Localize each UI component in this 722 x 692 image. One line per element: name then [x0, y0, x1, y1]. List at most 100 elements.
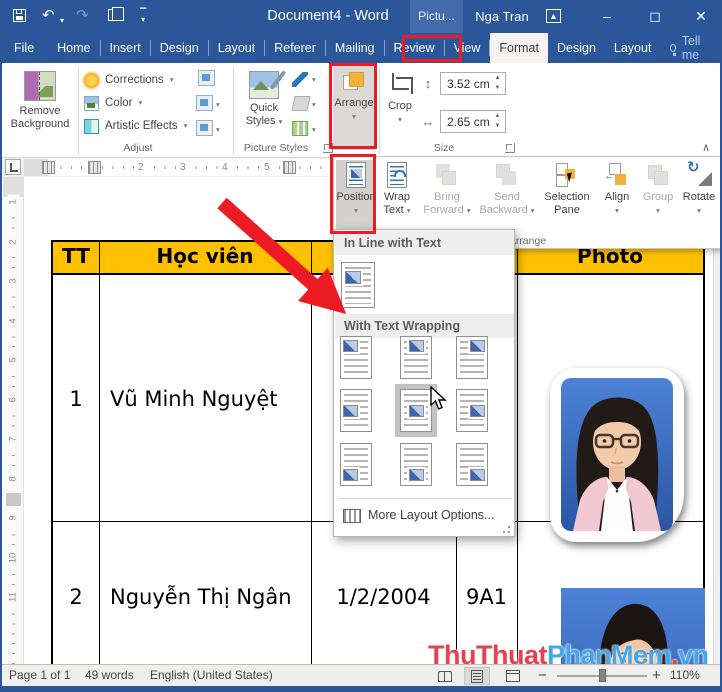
wrap-position-top-center-option[interactable] — [400, 336, 432, 379]
wrap-position-top-right-option[interactable] — [456, 336, 488, 379]
tab-referer[interactable]: Referer — [265, 33, 325, 63]
tab-layout[interactable]: Layout — [209, 33, 265, 63]
wrap-position-middle-center-option[interactable] — [400, 389, 432, 432]
arrange-icon — [343, 72, 365, 94]
v-ruler-number: 8 — [7, 471, 20, 486]
undo-dropdown-caret[interactable]: ▾ — [60, 13, 64, 29]
lightbulb-icon — [670, 44, 677, 56]
tab-stop-selector[interactable] — [5, 159, 21, 175]
student-photo-1-frame[interactable] — [550, 368, 684, 542]
maximize-button[interactable]: ◻ — [640, 0, 670, 33]
picture-tools-contextual-tab[interactable]: Pictu... — [410, 0, 463, 33]
print-layout-button[interactable] — [464, 667, 490, 685]
header-student: Học viên — [156, 244, 254, 268]
shape-width-field[interactable]: 2.65 cm ▲ ▼ — [440, 110, 506, 133]
crop-button[interactable]: Crop ▾ — [382, 66, 418, 154]
layout-dialog-icon — [343, 509, 361, 523]
shape-height-field[interactable]: 3.52 cm ▲ ▼ — [440, 72, 506, 95]
copy-icon[interactable] — [108, 6, 124, 21]
picture-styles-dialog-launcher[interactable] — [323, 143, 333, 153]
zoom-in-button[interactable]: + — [652, 665, 661, 686]
height-spinner[interactable]: ▲ ▼ — [492, 74, 503, 93]
align-icon: ← — [604, 162, 630, 188]
tab-format[interactable]: Format — [490, 33, 548, 63]
user-account[interactable]: Nga Tran — [470, 0, 534, 33]
arrange-group-button[interactable]: Arrange ▾ — [333, 66, 375, 150]
wrap-text-button[interactable]: Wrap Text ▾ — [376, 160, 418, 234]
tab-view[interactable]: View — [445, 33, 490, 63]
redo-icon[interactable]: ↷ — [76, 8, 89, 24]
compress-pictures-icon[interactable] — [198, 70, 215, 86]
save-icon[interactable] — [13, 9, 26, 22]
tab-home[interactable]: Home — [48, 33, 99, 63]
picture-layout-icon[interactable] — [292, 121, 308, 136]
tab-design[interactable]: Design — [151, 33, 208, 63]
wrap-position-bottom-left-option[interactable] — [340, 443, 372, 486]
watermark-part: vn — [678, 640, 709, 664]
wrap-position-middle-left-option[interactable] — [340, 389, 372, 432]
collapse-ribbon-icon[interactable]: ∧ — [698, 141, 714, 155]
quick-styles-button[interactable]: Quick Styles ▾ — [238, 66, 290, 154]
change-picture-icon[interactable] — [196, 95, 213, 111]
student-photo-1[interactable] — [561, 378, 673, 531]
tell-me-label: Tell me — [681, 34, 701, 62]
reset-picture-icon[interactable] — [196, 120, 213, 136]
table-column-marker[interactable] — [283, 161, 296, 174]
tab-review[interactable]: Review — [385, 33, 444, 63]
table-column-marker[interactable] — [42, 161, 55, 174]
position-button[interactable]: Position ▾ — [336, 160, 376, 234]
v-ruler-number: 10 — [7, 550, 20, 565]
web-layout-icon — [506, 670, 520, 682]
close-button[interactable]: ✕ — [686, 0, 716, 33]
h-ruler-number: 2 — [136, 161, 146, 174]
wrap-position-bottom-right-option[interactable] — [456, 443, 488, 486]
web-layout-button[interactable] — [500, 667, 526, 685]
corrections-button[interactable]: Corrections ▾ — [84, 70, 174, 90]
word-count[interactable]: 49 words — [85, 665, 134, 686]
rotate-button[interactable]: ↻ Rotate ▾ — [678, 159, 720, 234]
ribbon-display-options-icon[interactable]: ▲ — [546, 9, 561, 23]
quick-access-customize-icon[interactable]: ▔ ▾ — [140, 9, 146, 24]
zoom-level[interactable]: 110% — [670, 665, 700, 686]
size-dialog-launcher[interactable] — [505, 143, 515, 153]
more-layout-options-item[interactable]: More Layout Options... — [334, 502, 516, 530]
title-bar: ↶ ▾ ↷ ▔ ▾ Document4 - Word Pictu... Nga T… — [0, 0, 722, 33]
watermark-part: . — [671, 640, 679, 664]
v-ruler-number: 4 — [7, 313, 20, 328]
width-spinner[interactable]: ▲ ▼ — [492, 112, 503, 131]
wrap-position-bottom-center-option[interactable] — [400, 443, 432, 486]
tell-me-box[interactable]: Tell me — [660, 33, 713, 63]
vertical-ruler[interactable]: 1 2 3 4 5 6 7 8 9 10 11 — [3, 177, 24, 664]
align-button[interactable]: ← Align ▾ — [596, 160, 638, 234]
table-column-marker[interactable] — [88, 161, 101, 174]
in-line-with-text-option[interactable] — [341, 262, 375, 308]
undo-icon[interactable]: ↶ — [42, 8, 55, 24]
horizontal-ruler[interactable]: 2 3 4 5 — [24, 159, 334, 176]
language-indicator[interactable]: English (United States) — [150, 665, 273, 686]
bring-forward-button: Bring Forward ▾ — [418, 160, 476, 234]
v-ruler-number: 5 — [7, 352, 20, 368]
zoom-slider-thumb[interactable] — [599, 669, 606, 682]
tab-file[interactable]: File — [0, 33, 48, 63]
site-watermark: ThuThuatPhanMem.vn — [428, 640, 709, 664]
remove-background-button[interactable]: Remove Background — [4, 66, 76, 154]
tab-table-design[interactable]: Design — [548, 33, 605, 63]
tab-table-layout[interactable]: Layout — [605, 33, 661, 63]
selection-pane-button[interactable]: Selection Pane — [538, 160, 596, 234]
artistic-effects-button[interactable]: Artistic Effects ▾ — [84, 116, 187, 136]
wrap-position-middle-right-option[interactable] — [456, 389, 488, 432]
page-indicator[interactable]: Page 1 of 1 — [9, 665, 70, 686]
minimize-button[interactable]: – — [592, 0, 622, 33]
zoom-out-button[interactable]: − — [538, 665, 547, 686]
read-mode-button[interactable] — [432, 667, 458, 685]
wrap-position-top-left-option[interactable] — [340, 336, 372, 379]
tab-mailing[interactable]: Mailing — [326, 33, 384, 63]
tab-insert[interactable]: Insert — [101, 33, 150, 63]
vertical-scrollbar[interactable] — [713, 177, 720, 664]
selection-pane-icon — [554, 162, 580, 188]
color-button[interactable]: Color ▾ — [84, 93, 142, 113]
picture-border-icon[interactable] — [292, 72, 308, 87]
menu-resize-grip[interactable] — [502, 525, 510, 533]
cell-row1-name: Vũ Minh Nguyệt — [110, 387, 278, 411]
picture-effects-icon[interactable] — [291, 96, 311, 111]
